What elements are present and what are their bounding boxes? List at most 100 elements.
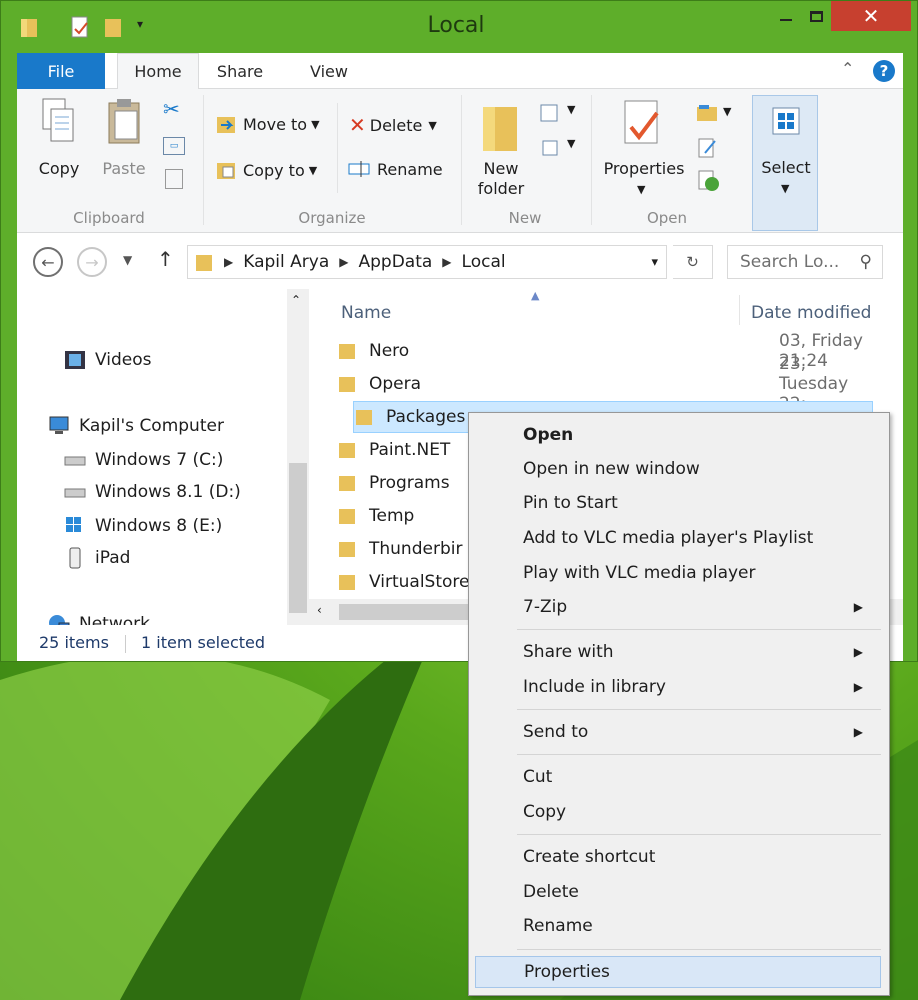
folder-icon bbox=[21, 19, 37, 37]
easy-access-icon[interactable] bbox=[539, 137, 563, 159]
folder-icon bbox=[339, 344, 355, 359]
nav-item-ipad[interactable]: iPad bbox=[63, 547, 130, 569]
new-group-label: New bbox=[508, 209, 542, 227]
breadcrumb-local[interactable]: Local bbox=[462, 252, 506, 272]
tab-view[interactable]: View bbox=[299, 53, 359, 89]
menu-item-open-new-window[interactable]: Open in new window bbox=[475, 453, 881, 485]
new-folder-quick-icon[interactable] bbox=[103, 15, 125, 39]
window-title: Local bbox=[427, 13, 485, 38]
clipboard-group-label: Clipboard bbox=[73, 209, 145, 227]
maximize-button[interactable] bbox=[801, 1, 831, 31]
open-group-label: Open bbox=[646, 209, 688, 227]
horizontal-scroll-thumb[interactable] bbox=[339, 604, 479, 620]
open-icon[interactable] bbox=[695, 103, 721, 125]
rename-icon bbox=[348, 161, 370, 177]
address-bar-area: ← → ▼ ↑ ▶ Kapil Arya ▶ AppData ▶ Local ▾… bbox=[17, 233, 903, 289]
up-icon[interactable]: ↑ bbox=[157, 247, 174, 271]
forward-arrow-icon: → bbox=[85, 252, 99, 272]
refresh-icon: ↻ bbox=[686, 253, 699, 271]
column-header-date[interactable]: Date modified bbox=[751, 303, 871, 323]
menu-item-cut[interactable]: Cut bbox=[475, 761, 881, 793]
nav-item-drive-e[interactable]: Windows 8 (E:) bbox=[63, 515, 222, 537]
address-dropdown-icon[interactable]: ▾ bbox=[651, 255, 658, 270]
scroll-up-icon[interactable]: ⌃ bbox=[291, 293, 301, 307]
rename-button[interactable]: Rename bbox=[347, 159, 443, 179]
minimize-ribbon-icon[interactable]: ⌃ bbox=[841, 59, 854, 78]
folder-icon bbox=[339, 377, 355, 392]
history-icon[interactable] bbox=[697, 169, 721, 193]
windows-drive-icon bbox=[66, 517, 81, 532]
breadcrumb-appdata[interactable]: AppData bbox=[358, 252, 432, 272]
nav-pane-scroll-thumb[interactable] bbox=[289, 463, 307, 613]
nav-item-computer[interactable]: Kapil's Computer bbox=[47, 415, 224, 437]
menu-item-create-shortcut[interactable]: Create shortcut bbox=[475, 841, 881, 873]
search-input[interactable]: Search Lo... ⚲ bbox=[727, 245, 883, 279]
help-icon[interactable]: ? bbox=[873, 60, 895, 82]
cut-icon[interactable]: ✂ bbox=[163, 97, 180, 121]
select-icon bbox=[772, 107, 800, 135]
properties-button[interactable]: Properties bbox=[599, 159, 689, 179]
close-icon: ✕ bbox=[862, 4, 880, 28]
drive-icon bbox=[64, 488, 86, 498]
menu-item-vlc-playlist[interactable]: Add to VLC media player's Playlist bbox=[475, 522, 881, 554]
recent-locations-icon[interactable]: ▼ bbox=[123, 253, 132, 267]
new-folder-icon bbox=[483, 107, 517, 151]
context-menu: Open Open in new window Pin to Start Add… bbox=[468, 412, 890, 996]
close-button[interactable]: ✕ bbox=[831, 1, 911, 31]
search-icon: ⚲ bbox=[859, 252, 872, 272]
drive-icon bbox=[64, 456, 86, 466]
minimize-button[interactable] bbox=[771, 1, 801, 31]
menu-item-rename[interactable]: Rename bbox=[475, 910, 881, 942]
properties-quick-icon[interactable] bbox=[69, 15, 91, 39]
ipad-icon bbox=[69, 547, 81, 569]
table-row[interactable]: Opera23, Tuesday 22: bbox=[337, 354, 877, 414]
menu-item-properties[interactable]: Properties bbox=[475, 956, 881, 988]
ribbon-home: Copy Paste ✂ ▭ Clipboard Move to ▼ Copy t… bbox=[17, 89, 903, 233]
menu-item-7zip[interactable]: 7-Zip ▶ bbox=[475, 591, 881, 623]
select-button[interactable]: Select ▼ bbox=[752, 95, 818, 231]
menu-item-pin-to-start[interactable]: Pin to Start bbox=[475, 487, 881, 519]
menu-item-delete[interactable]: Delete bbox=[475, 876, 881, 908]
copy-to-icon bbox=[217, 163, 235, 179]
quick-access-dropdown-icon[interactable]: ▾ bbox=[137, 17, 159, 41]
refresh-button[interactable]: ↻ bbox=[673, 245, 713, 279]
edit-icon[interactable] bbox=[697, 137, 719, 159]
breadcrumb-kapil-arya[interactable]: Kapil Arya bbox=[243, 252, 329, 272]
tab-file[interactable]: File bbox=[17, 53, 105, 89]
organize-group-label: Organize bbox=[298, 209, 366, 227]
menu-item-share-with[interactable]: Share with ▶ bbox=[475, 636, 881, 668]
nav-item-videos[interactable]: Videos bbox=[63, 349, 152, 371]
tab-home[interactable]: Home bbox=[117, 53, 199, 90]
new-folder-button[interactable]: New folder bbox=[467, 159, 535, 199]
nav-item-drive-c[interactable]: Windows 7 (C:) bbox=[63, 449, 223, 471]
copy-to-button[interactable]: Copy to ▼ bbox=[215, 159, 317, 181]
nav-item-drive-d[interactable]: Windows 8.1 (D:) bbox=[63, 481, 241, 503]
new-item-icon[interactable] bbox=[539, 103, 563, 125]
menu-item-copy[interactable]: Copy bbox=[475, 796, 881, 828]
move-to-button[interactable]: Move to ▼ bbox=[215, 113, 320, 135]
properties-icon bbox=[624, 100, 659, 144]
title-bar[interactable]: ▾ Local ✕ bbox=[1, 1, 918, 53]
address-input[interactable]: ▶ Kapil Arya ▶ AppData ▶ Local ▾ bbox=[187, 245, 667, 279]
tab-share[interactable]: Share bbox=[207, 53, 273, 89]
copy-path-icon[interactable]: ▭ bbox=[163, 137, 185, 155]
copy-button[interactable]: Copy bbox=[29, 159, 89, 179]
submenu-arrow-icon: ▶ bbox=[853, 725, 863, 739]
paste-button[interactable]: Paste bbox=[97, 159, 151, 179]
videos-icon bbox=[65, 351, 85, 369]
menu-item-send-to[interactable]: Send to ▶ bbox=[475, 716, 881, 748]
item-count: 25 items bbox=[39, 633, 109, 652]
menu-item-include-in-library[interactable]: Include in library ▶ bbox=[475, 671, 881, 703]
submenu-arrow-icon: ▶ bbox=[853, 680, 863, 694]
menu-item-open[interactable]: Open bbox=[475, 419, 881, 451]
back-button[interactable]: ← bbox=[33, 247, 63, 277]
folder-icon bbox=[356, 410, 372, 425]
scroll-left-icon[interactable]: ‹ bbox=[317, 603, 322, 617]
column-header-name[interactable]: Name bbox=[341, 303, 391, 323]
menu-item-vlc-play[interactable]: Play with VLC media player bbox=[475, 557, 881, 589]
paste-shortcut-icon[interactable] bbox=[165, 169, 183, 189]
submenu-arrow-icon: ▶ bbox=[853, 600, 863, 614]
ribbon-tabs: File Home Share View ⌃ ? bbox=[17, 53, 903, 90]
forward-button[interactable]: → bbox=[77, 247, 107, 277]
delete-button[interactable]: ✕ Delete ▼ bbox=[349, 113, 437, 137]
